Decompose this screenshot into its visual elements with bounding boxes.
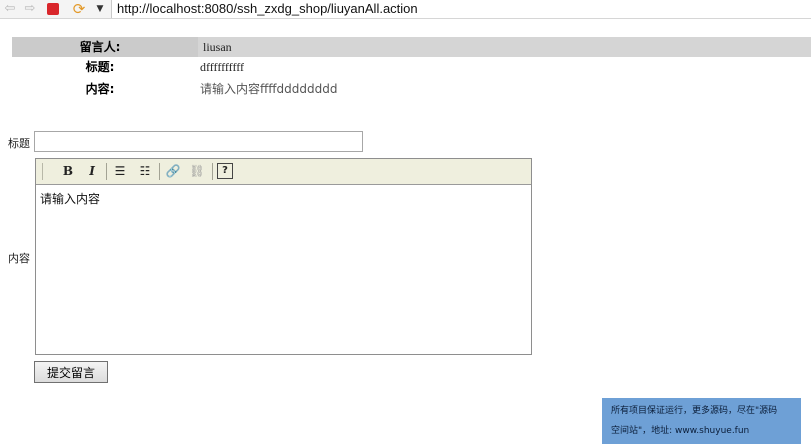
title-row: 标题: dffffffffff: [12, 57, 811, 79]
watermark-banner: 所有项目保证运行，更多源码，尽在"源码 空间站"，地址: www.shuyue.…: [602, 398, 801, 444]
back-arrow-icon[interactable]: ⇦: [2, 1, 18, 17]
rich-text-editor[interactable]: B I ☰ ☷ 🔗 ⛓ ? 请输入内容: [35, 158, 532, 355]
address-bar[interactable]: http://localhost:8080/ssh_zxdg_shop/liuy…: [111, 0, 811, 18]
editor-content[interactable]: 请输入内容: [40, 190, 100, 207]
toolbar-grip: [42, 163, 43, 180]
stop-icon[interactable]: [47, 3, 59, 15]
title-input[interactable]: [34, 131, 363, 152]
author-value: liusan: [198, 37, 811, 57]
title-label: 标题:: [85, 60, 115, 74]
content-value: 请输入内容ffffdddddddd: [200, 82, 338, 96]
refresh-icon[interactable]: ⟳: [71, 1, 87, 17]
toolbar-separator: [159, 163, 160, 180]
editor-toolbar: B I ☰ ☷ 🔗 ⛓ ?: [36, 159, 531, 185]
unordered-list-icon[interactable]: ☷: [136, 162, 154, 180]
help-icon[interactable]: ?: [217, 163, 233, 179]
watermark-line-1: 所有项目保证运行，更多源码，尽在"源码: [611, 406, 778, 416]
browser-toolbar: ⇦ ⇨ ⟳ ▼ http://localhost:8080/ssh_zxdg_s…: [0, 0, 811, 19]
toolbar-separator: [106, 163, 107, 180]
bold-button[interactable]: B: [59, 162, 77, 180]
chevron-down-icon[interactable]: ▼: [92, 1, 108, 17]
unlink-icon[interactable]: ⛓: [188, 162, 206, 180]
form-content-label: 内容: [8, 252, 30, 265]
forward-arrow-icon[interactable]: ⇨: [22, 1, 38, 17]
toolbar-separator: [212, 163, 213, 180]
content-row: 内容: 请输入内容ffffdddddddd: [12, 79, 811, 101]
link-icon[interactable]: 🔗: [164, 162, 182, 180]
form-title-label: 标题: [8, 137, 30, 150]
message-detail: 留言人: liusan 标题: dffffffffff 内容: 请输入内容fff…: [12, 37, 811, 101]
watermark-line-2: 空间站"，地址: www.shuyue.fun: [611, 426, 750, 436]
author-label: 留言人:: [12, 37, 188, 57]
italic-button[interactable]: I: [83, 162, 101, 180]
author-row: 留言人: liusan: [12, 37, 811, 57]
title-value: dffffffffff: [200, 60, 245, 74]
ordered-list-icon[interactable]: ☰: [111, 162, 129, 180]
submit-message-button[interactable]: 提交留言: [34, 361, 108, 383]
content-label: 内容:: [85, 82, 115, 96]
